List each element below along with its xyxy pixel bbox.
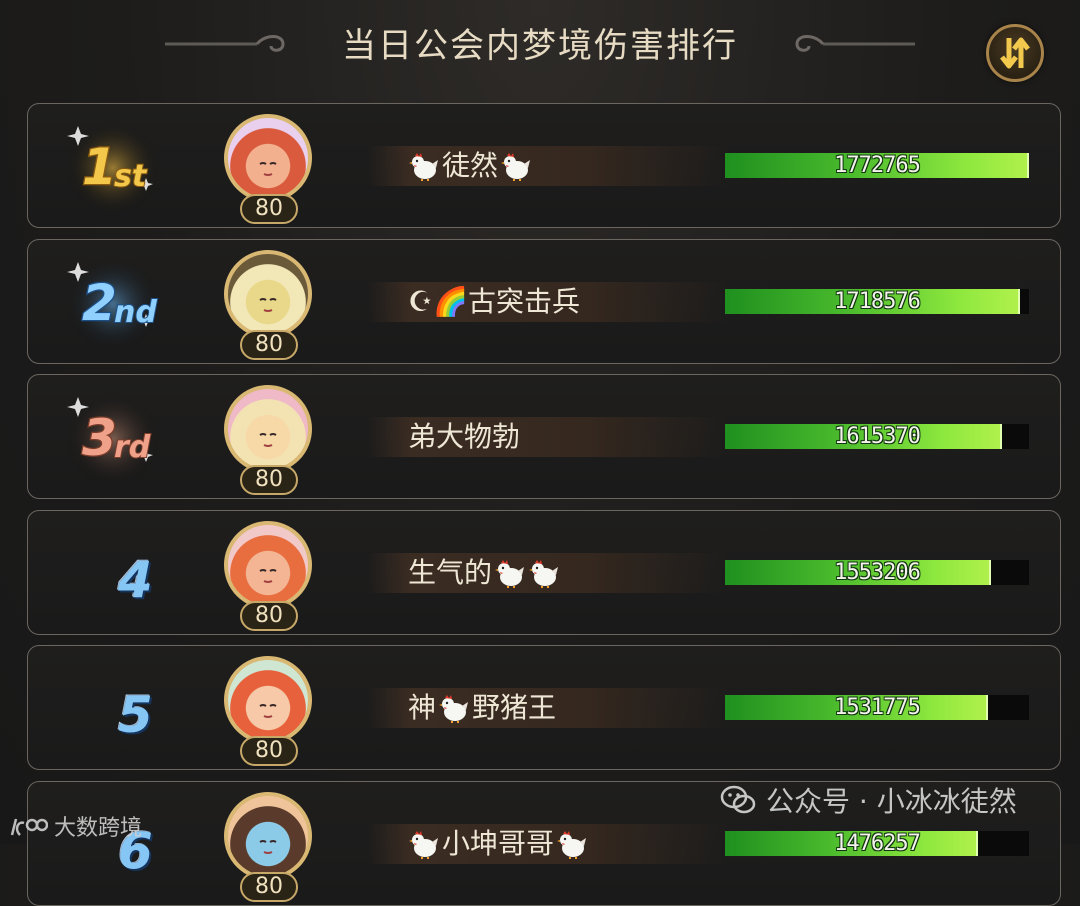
damage-value: 1615370 xyxy=(834,424,921,449)
rank-number: 4 xyxy=(118,550,153,609)
svg-text:st: st xyxy=(114,159,148,194)
rank-medal-icon: 2nd xyxy=(65,255,161,352)
player-name-text: ☪🌈古突击兵 xyxy=(408,284,580,318)
damage-value: 1476257 xyxy=(834,830,921,856)
rank-label: 1st xyxy=(168,118,169,119)
player-name: 弟大物勃 xyxy=(408,419,520,455)
damage-value: 1772765 xyxy=(834,153,921,178)
rank-badge: 5 xyxy=(58,660,168,756)
chicken-emoji-icon xyxy=(409,153,438,181)
sort-swap-icon xyxy=(1000,37,1030,69)
player-name-suffix-text: 野猪王 xyxy=(472,691,557,724)
player-name-text: 弟大物勃 xyxy=(408,420,521,453)
level-badge: 80 xyxy=(240,194,298,224)
player-name: 徒然 xyxy=(408,148,532,184)
ranking-row[interactable]: 4 80 生气的 1553206 xyxy=(27,509,1061,635)
damage-bar: 1718576 xyxy=(725,288,1029,314)
character-portrait-icon xyxy=(252,419,284,455)
player-avatar[interactable]: 80 xyxy=(220,381,320,497)
avatar xyxy=(224,385,312,473)
rank-label: 2nd xyxy=(168,254,169,255)
player-avatar[interactable]: 80 xyxy=(220,652,320,768)
chicken-emoji-icon xyxy=(501,153,531,181)
player-avatar[interactable]: 80 xyxy=(220,788,320,904)
ornament-swirl-right-icon xyxy=(795,35,915,52)
avatar xyxy=(224,249,312,338)
level-badge: 80 xyxy=(240,871,298,902)
watermark-text: 公众号 · 小冰冰徒然 xyxy=(766,785,1017,818)
watermark-wechat: 公众号 · 小冰冰徒然 xyxy=(720,780,1017,820)
ranking-row[interactable]: 2nd2nd80☪🌈古突击兵1718576 xyxy=(27,238,1061,364)
page-title: 当日公会内梦境伤害排行 xyxy=(342,26,738,66)
player-name: ☪🌈古突击兵 xyxy=(408,284,580,320)
rank-badge: 4 xyxy=(58,525,168,621)
character-portrait-icon xyxy=(252,554,284,591)
rank-label: 3rd xyxy=(168,389,169,390)
damage-bar: 1476257 xyxy=(725,830,1029,856)
player-name-text: 生气的 xyxy=(408,555,493,589)
character-portrait-icon xyxy=(252,148,284,184)
level-badge: 80 xyxy=(240,600,298,631)
rank-number: 5 xyxy=(118,686,153,744)
level-badge: 80 xyxy=(240,329,298,360)
header: 当日公会内梦境伤害排行 xyxy=(0,0,1080,90)
player-name: 神 野猪王 xyxy=(408,690,556,726)
player-avatar[interactable]: 80 xyxy=(220,517,320,633)
avatar xyxy=(224,791,312,880)
brand-logo-icon xyxy=(10,818,48,836)
rank-badge: 1st1st xyxy=(58,118,169,216)
svg-text:rd: rd xyxy=(114,430,151,465)
character-portrait-icon xyxy=(252,690,284,726)
avatar xyxy=(224,656,312,744)
ranking-row[interactable]: 3rd3rd80弟大物勃1615370 xyxy=(27,374,1061,499)
rank-medal-icon: 3rd xyxy=(65,391,161,487)
chicken-emoji-icon xyxy=(529,559,559,588)
watermark-brand-text: 大数跨境 xyxy=(54,816,143,841)
level-badge: 80 xyxy=(240,465,298,495)
player-avatar[interactable]: 80 xyxy=(220,246,320,362)
damage-bar: 1615370 xyxy=(725,424,1029,449)
player-name-text: 神 xyxy=(408,691,437,724)
avatar xyxy=(224,114,312,202)
sort-button[interactable] xyxy=(986,24,1044,82)
damage-value: 1531775 xyxy=(834,695,921,720)
chicken-emoji-icon xyxy=(439,695,469,723)
svg-text:2: 2 xyxy=(82,274,117,332)
avatar xyxy=(224,520,312,609)
svg-text:nd: nd xyxy=(114,295,157,330)
player-avatar[interactable]: 80 xyxy=(220,110,320,226)
wechat-icon xyxy=(720,785,756,814)
level-badge: 80 xyxy=(240,736,298,766)
player-name: 生气的 xyxy=(408,555,560,591)
svg-text:1: 1 xyxy=(82,138,117,196)
chicken-emoji-icon xyxy=(495,559,525,588)
svg-text:3: 3 xyxy=(82,409,117,467)
rank-badge: 3rd3rd xyxy=(58,389,169,487)
ranking-row[interactable]: 5 80 神 野猪王 1531775 xyxy=(27,645,1061,770)
watermark-brand: 大数跨境 xyxy=(10,810,142,842)
damage-bar: 1553206 xyxy=(725,559,1029,585)
character-portrait-icon xyxy=(252,283,284,320)
damage-bar: 1772765 xyxy=(725,153,1029,178)
rank-badge: 2nd2nd xyxy=(58,254,169,352)
rank-medal-icon: 1st xyxy=(65,120,161,216)
character-portrait-icon xyxy=(252,825,284,862)
ranking-row[interactable]: 1st1st80徒然1772765 xyxy=(27,103,1061,228)
damage-bar: 1531775 xyxy=(725,695,1029,720)
damage-value: 1553206 xyxy=(834,559,921,585)
damage-value: 1718576 xyxy=(834,288,921,314)
player-name-text: 徒然 xyxy=(442,149,499,182)
